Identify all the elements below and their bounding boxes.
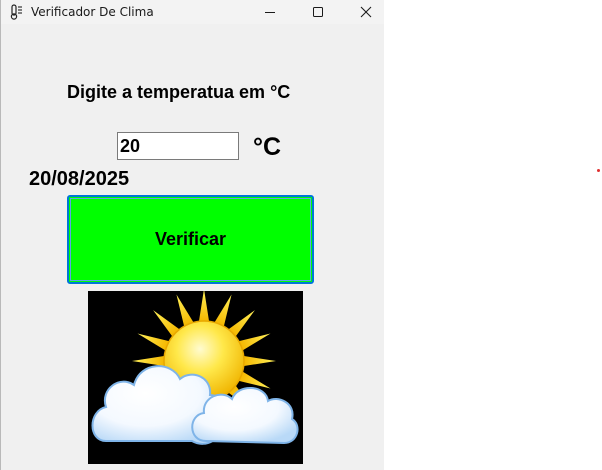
app-window: Verificador De Clima Digite a temperatua… bbox=[0, 0, 384, 470]
thermometer-icon bbox=[10, 4, 22, 20]
close-button[interactable] bbox=[343, 0, 384, 24]
maximize-button[interactable] bbox=[295, 0, 341, 24]
window-title: Verificador De Clima bbox=[31, 5, 154, 19]
minimize-button[interactable] bbox=[247, 0, 293, 24]
sun-behind-clouds-icon bbox=[88, 289, 303, 464]
close-icon bbox=[360, 6, 372, 18]
temperature-input[interactable] bbox=[117, 132, 239, 160]
red-dot-marker bbox=[597, 169, 600, 172]
temperature-prompt-label: Digite a temperatua em °C bbox=[67, 82, 291, 102]
date-label: 20/08/2025 bbox=[29, 168, 130, 190]
celsius-unit-label: °C bbox=[253, 133, 282, 161]
maximize-icon bbox=[313, 7, 323, 17]
weather-image bbox=[88, 289, 303, 464]
verify-button[interactable]: Verificar bbox=[67, 195, 314, 284]
minimize-icon bbox=[265, 12, 275, 13]
title-bar[interactable]: Verificador De Clima bbox=[1, 0, 384, 24]
